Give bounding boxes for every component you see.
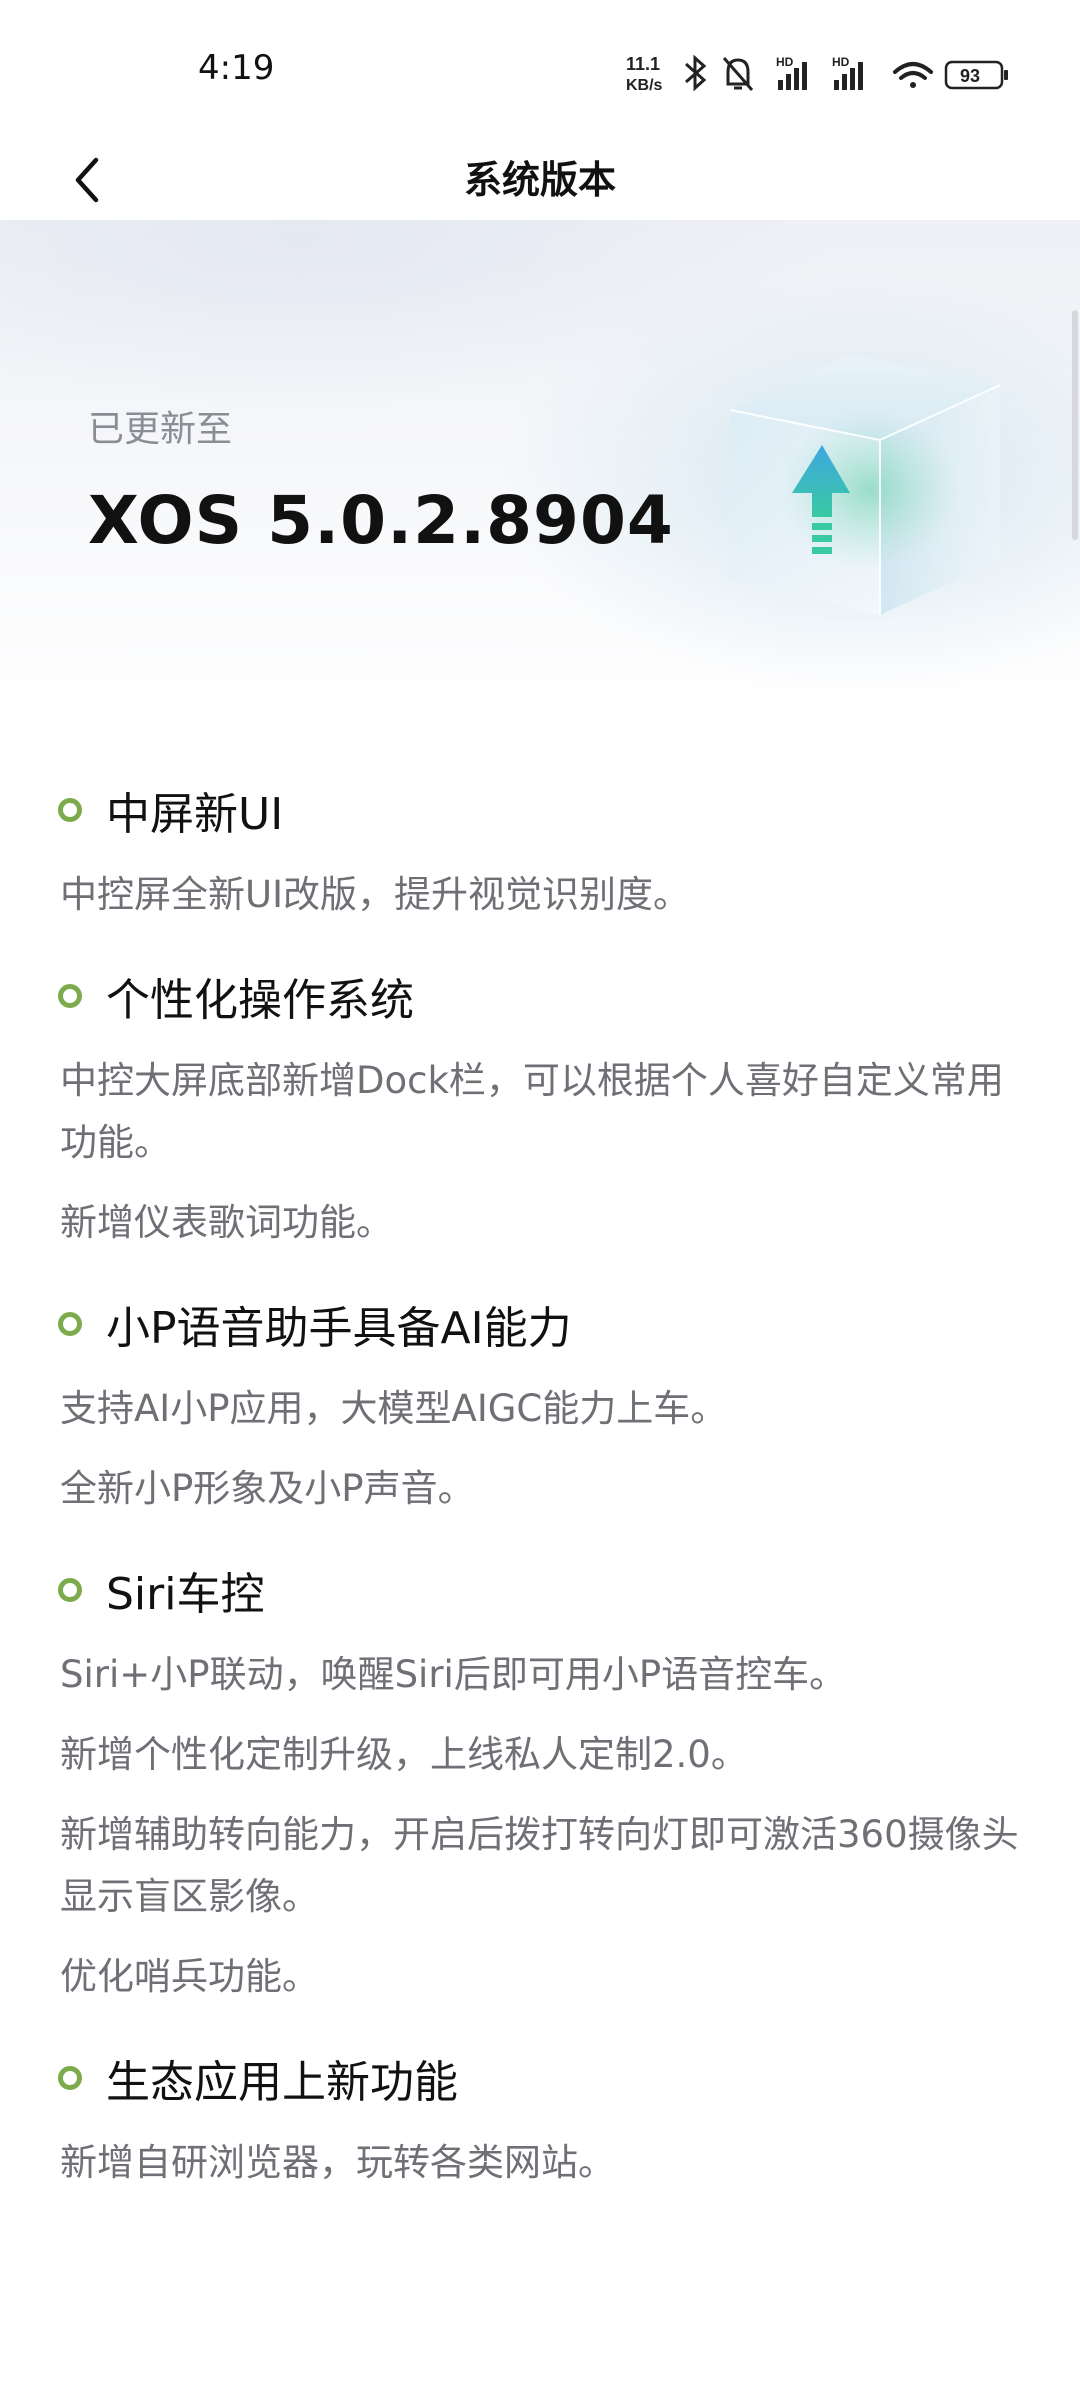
back-button[interactable] [48,140,128,220]
bullet-icon [58,1578,82,1602]
battery-icon: 93 [944,60,1008,90]
section-header: 中屏新UI [58,780,1080,840]
status-icons: 11.1 KB/s HD HD 93 [626,54,1008,94]
release-section: Siri车控 Siri+小P联动，唤醒Siri后即可用小P语音控车。 新增个性化… [0,1560,1080,2008]
release-section: 中屏新UI 中控屏全新UI改版，提升视觉识别度。 [0,780,1080,926]
bluetooth-icon [685,54,707,92]
section-header: Siri车控 [58,1560,1080,1620]
bullet-icon [58,2066,82,2090]
section-header: 小P语音助手具备AI能力 [58,1294,1080,1354]
bullet-icon [58,1312,82,1336]
net-speed-value: 11.1 [626,54,660,74]
section-title: 个性化操作系统 [106,975,414,1026]
version-number: XOS 5.0.2.8904 [88,482,674,559]
updated-label: 已更新至 [88,409,233,450]
release-section: 生态应用上新功能 新增自研浏览器，玩转各类网站。 [0,2048,1080,2194]
status-time: 4:19 [198,48,275,88]
chevron-left-icon [75,157,99,203]
note-paragraph: 优化哨兵功能。 [60,1955,319,1998]
net-speed-indicator: 11.1 KB/s [626,54,663,94]
version-hero: 已更新至 XOS 5.0.2.8904 [0,220,1080,730]
section-title: 小P语音助手具备AI能力 [106,1303,572,1354]
release-section: 小P语音助手具备AI能力 支持AI小P应用，大模型AIGC能力上车。 全新小P形… [0,1294,1080,1520]
upgrade-cube-icon [729,355,1001,615]
status-bar: 4:19 11.1 KB/s HD HD 93 [0,0,1080,140]
signal-hd-icon: HD [776,55,807,90]
note-paragraph: 新增自研浏览器，玩转各类网站。 [60,2141,615,2184]
note-paragraph: Siri+小P联动，唤醒Siri后即可用小P语音控车。 [60,1653,847,1696]
note-paragraph: 全新小P形象及小P声音。 [60,1467,475,1510]
section-title: 生态应用上新功能 [106,2057,458,2108]
note-paragraph: 支持AI小P应用，大模型AIGC能力上车。 [60,1387,728,1430]
signal-hd-icon: HD [832,55,863,90]
page-title: 系统版本 [463,158,616,202]
note-paragraph: 新增个性化定制升级，上线私人定制2.0。 [60,1733,748,1776]
release-section: 个性化操作系统 中控大屏底部新增Dock栏，可以根据个人喜好自定义常用功能。 新… [0,966,1080,1254]
section-title: 中屏新UI [106,789,284,840]
section-header: 个性化操作系统 [58,966,1080,1026]
bullet-icon [58,984,82,1008]
scroll-indicator[interactable] [1072,310,1078,540]
wifi-icon [893,62,933,88]
note-paragraph: 中控屏全新UI改版，提升视觉识别度。 [60,873,690,916]
hd-label: HD [776,55,794,69]
nav-bar: 系统版本 [0,140,1080,220]
release-notes: 中屏新UI 中控屏全新UI改版，提升视觉识别度。 个性化操作系统 中控大屏底部新… [0,730,1080,2194]
note-paragraph: 新增仪表歌词功能。 [60,1201,393,1244]
hd-label: HD [832,55,850,69]
battery-level: 93 [960,66,980,86]
bullet-icon [58,798,82,822]
bottom-fade [0,2330,1080,2400]
mute-bell-icon [722,57,754,91]
note-paragraph: 中控大屏底部新增Dock栏，可以根据个人喜好自定义常用功能。 [60,1059,1004,1164]
note-paragraph: 新增辅助转向能力，开启后拨打转向灯即可激活360摄像头显示盲区影像。 [60,1813,1019,1918]
section-header: 生态应用上新功能 [58,2048,1080,2108]
net-speed-unit: KB/s [626,77,663,94]
section-title: Siri车控 [106,1569,265,1620]
